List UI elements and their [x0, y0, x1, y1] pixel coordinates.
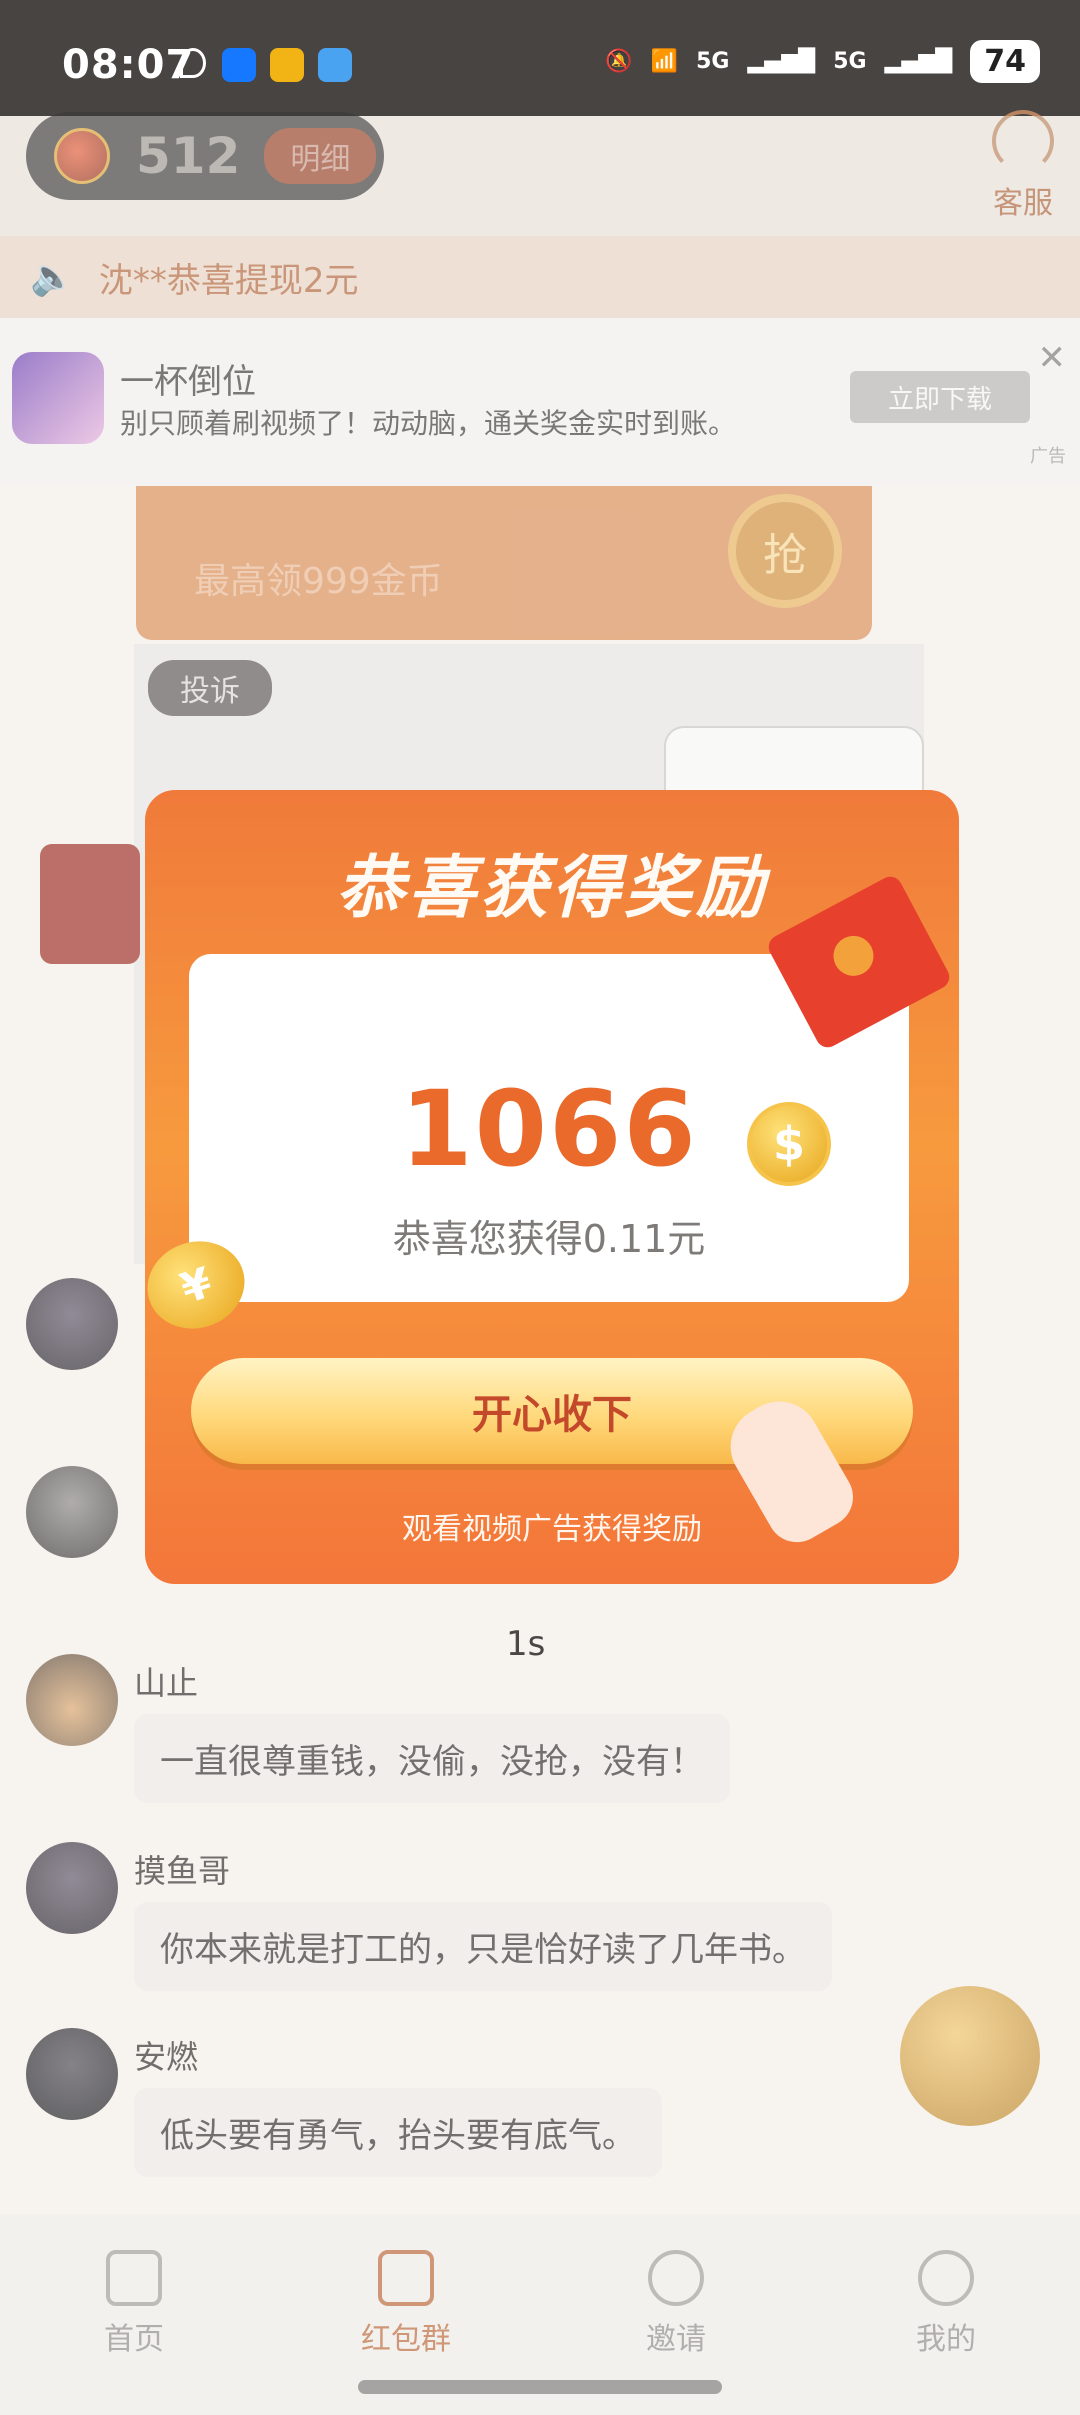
mute-icon: 🔕 — [605, 49, 633, 74]
signal-1-label: 5G — [696, 49, 730, 74]
alipay-icon — [222, 48, 256, 82]
app-notification-icon — [270, 48, 304, 82]
signal-2-icon: ▂▄▆█ — [884, 49, 953, 74]
status-time: 08:07 — [62, 42, 195, 88]
weather-icon — [318, 48, 352, 82]
reward-modal: 恭喜获得奖励 1066 $ 恭喜您获得0.11元 ¥ 开心收下 观看视频广告获得… — [136, 790, 959, 1584]
wifi-icon: 📶 — [650, 49, 679, 74]
status-bar: 08:07 🔕 📶 5G ▂▄▆█ 5G ▂▄▆█ 74 — [0, 0, 1080, 116]
location-icon — [180, 48, 206, 78]
signal-1-icon: ▂▄▆█ — [747, 49, 816, 74]
modal-footer-text: 观看视频广告获得奖励 — [402, 1512, 702, 1547]
reward-message: 恭喜您获得0.11元 — [392, 1217, 706, 1261]
countdown-timer: 1s — [506, 1624, 546, 1664]
signal-2-label: 5G — [833, 49, 867, 74]
dollar-coin-icon: $ — [747, 1102, 831, 1186]
status-right: 🔕 📶 5G ▂▄▆█ 5G ▂▄▆█ 74 — [605, 40, 1040, 83]
battery-indicator: 74 — [970, 40, 1040, 83]
